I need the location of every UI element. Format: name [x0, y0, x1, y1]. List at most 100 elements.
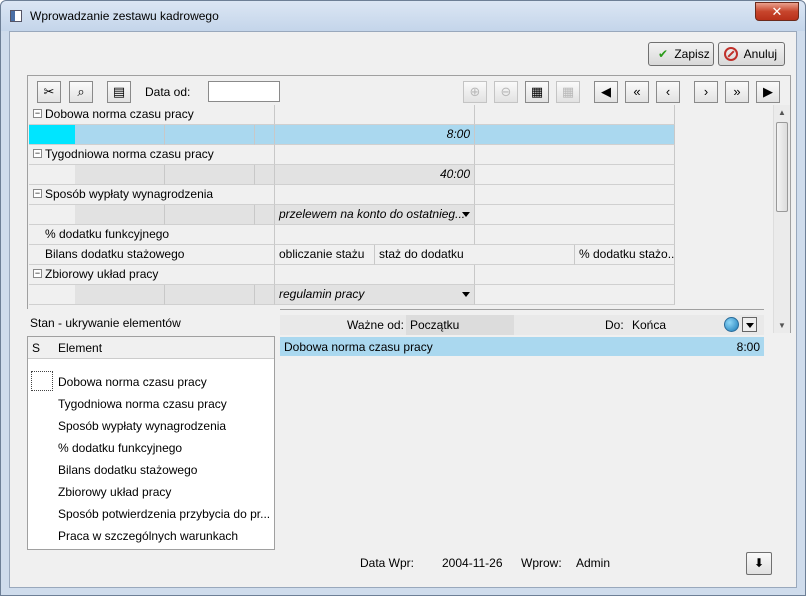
- minus-icon: ⊖: [500, 84, 512, 99]
- list-item[interactable]: Zbiorowy układ pracy: [58, 485, 171, 499]
- valid-to-field[interactable]: Końca: [628, 315, 720, 335]
- dropdown-button[interactable]: [742, 317, 757, 332]
- column-element-header[interactable]: Element: [58, 341, 102, 355]
- state-checkbox-focus[interactable]: [31, 371, 53, 391]
- plus-icon: ⊕: [469, 84, 481, 99]
- tools-button[interactable]: ✂: [37, 81, 61, 103]
- tree-connector: [29, 165, 75, 185]
- grid-cell[interactable]: [255, 205, 275, 225]
- grid-row[interactable]: − Sposób wypłaty wynagrodzenia: [29, 185, 774, 205]
- grid-row[interactable]: − Dobowa norma czasu pracy: [29, 105, 774, 125]
- payment-method-dropdown[interactable]: przelewem na konto do ostatnieg...: [275, 205, 475, 225]
- grid-row[interactable]: przelewem na konto do ostatnieg...: [29, 205, 774, 225]
- collapse-icon[interactable]: −: [33, 109, 42, 119]
- grid-cell[interactable]: [255, 285, 275, 305]
- data-od-input[interactable]: [208, 81, 280, 102]
- nav-last-button[interactable]: ▶: [756, 81, 780, 103]
- row-label-text: Sposób wypłaty wynagrodzenia: [45, 187, 214, 201]
- row-selector[interactable]: [29, 125, 75, 145]
- grid-cell: [255, 145, 275, 165]
- grid-cell[interactable]: [165, 165, 255, 185]
- column-s-header[interactable]: S: [32, 341, 40, 355]
- grid-cell[interactable]: [165, 285, 255, 305]
- grid-subheader-cell[interactable]: % dodatku stażo...: [575, 245, 675, 265]
- search-icon: ⌕: [77, 84, 85, 99]
- grid-cell[interactable]: [75, 165, 165, 185]
- grid-row[interactable]: 40:00: [29, 165, 774, 185]
- nav-next-page-button[interactable]: »: [725, 81, 749, 103]
- grid-cell[interactable]: [75, 205, 165, 225]
- window-title: Wprowadzanie zestawu kadrowego: [30, 9, 219, 23]
- grid-cell[interactable]: [255, 125, 275, 145]
- grid-cell[interactable]: [255, 165, 275, 185]
- add-button[interactable]: ⊕: [463, 81, 487, 103]
- save-button[interactable]: ✔ Zapisz: [648, 42, 714, 66]
- nav-prev-button[interactable]: ‹: [656, 81, 680, 103]
- nav-next-button[interactable]: ›: [694, 81, 718, 103]
- grid-cell[interactable]: [165, 125, 255, 145]
- data-wpr-label: Data Wpr:: [360, 556, 415, 570]
- title-bar[interactable]: Wprowadzanie zestawu kadrowego ✕: [1, 1, 805, 31]
- collapse-icon[interactable]: −: [33, 189, 42, 199]
- grid-cell[interactable]: [75, 285, 165, 305]
- elements-grid: −Dobowa norma czasu pracy 8:00 −Tygodn: [29, 105, 774, 333]
- grid-row[interactable]: regulamin pracy: [29, 285, 774, 305]
- grid-cell: [475, 105, 675, 125]
- grid-cell[interactable]: [475, 205, 675, 225]
- grid-value-cell[interactable]: 40:00: [275, 165, 475, 185]
- list-item[interactable]: Tygodniowa norma czasu pracy: [58, 397, 227, 411]
- grid-subheader-cell[interactable]: staż do dodatku: [375, 245, 575, 265]
- grid-row[interactable]: − Zbiorowy układ pracy: [29, 265, 774, 285]
- chevron-right-icon: ›: [703, 84, 709, 99]
- grid-cell[interactable]: [475, 165, 675, 185]
- nav-first-button[interactable]: ◀: [594, 81, 618, 103]
- tree-connector: [29, 285, 75, 305]
- delete-record-button[interactable]: ▦: [556, 81, 580, 103]
- grid-row[interactable]: % dodatku funkcyjnego: [29, 225, 774, 245]
- wprow-label: Wprow:: [521, 556, 562, 570]
- grid-cell[interactable]: [165, 205, 255, 225]
- grid-subheader-cell[interactable]: obliczanie stażu: [275, 245, 375, 265]
- list-item[interactable]: Sposób wypłaty wynagrodzenia: [58, 419, 226, 433]
- nav-prev-page-button[interactable]: «: [625, 81, 649, 103]
- grid-cell[interactable]: [475, 125, 675, 145]
- list-item[interactable]: % dodatku funkcyjnego: [58, 441, 182, 455]
- globe-icon[interactable]: [724, 317, 739, 332]
- grid-value-cell[interactable]: 8:00: [275, 125, 475, 145]
- dropdown-arrow-icon[interactable]: [462, 292, 470, 297]
- cancel-button[interactable]: Anuluj: [718, 42, 785, 66]
- remove-button[interactable]: ⊖: [494, 81, 518, 103]
- list-item[interactable]: Dobowa norma czasu pracy: [58, 375, 207, 389]
- list-item[interactable]: Sposób potwierdzenia przybycia do pr...: [58, 507, 270, 521]
- grid-row[interactable]: Bilans dodatku stażowego obliczanie staż…: [29, 245, 774, 265]
- grid-cell[interactable]: [475, 285, 675, 305]
- main-window: Wprowadzanie zestawu kadrowego ✕ ✔ Zapis…: [0, 0, 806, 596]
- grid-cell: [255, 265, 275, 285]
- window-client-area: ✔ Zapisz Anuluj ✂ ⌕ ▤ Data od: ⊕ ⊖ ▦ ▦ ◀…: [9, 31, 797, 588]
- collapse-icon[interactable]: −: [33, 149, 42, 159]
- collapse-icon[interactable]: −: [33, 269, 42, 279]
- elements-list[interactable]: S Element Dobowa norma czasu pracy Tygod…: [27, 336, 275, 550]
- labor-agreement-dropdown[interactable]: regulamin pracy: [275, 285, 475, 305]
- list-item[interactable]: Praca w szczególnych warunkach: [58, 529, 238, 543]
- search-button[interactable]: ⌕: [69, 81, 93, 103]
- list-item[interactable]: Bilans dodatku stażowego: [58, 463, 197, 477]
- add-record-button[interactable]: ▦: [525, 81, 549, 103]
- grid-vertical-scrollbar[interactable]: ▲ ▼: [773, 105, 790, 333]
- scroll-up-icon[interactable]: ▲: [778, 108, 786, 117]
- calendar-button[interactable]: ▤: [107, 81, 131, 103]
- grid-row[interactable]: 8:00: [29, 125, 774, 145]
- validity-row[interactable]: Dobowa norma czasu pracy 8:00: [280, 337, 764, 356]
- scrollbar-thumb[interactable]: [776, 122, 788, 212]
- grid-cell: [275, 225, 475, 245]
- down-arrow-button[interactable]: ⬇: [746, 552, 772, 575]
- grid-cell: [275, 265, 475, 285]
- valid-from-field[interactable]: Początku: [406, 315, 514, 335]
- grid-cell[interactable]: [75, 125, 165, 145]
- dropdown-arrow-icon[interactable]: [462, 212, 470, 217]
- wprow-value: Admin: [576, 556, 611, 570]
- grid-row[interactable]: − Tygodniowa norma czasu pracy: [29, 145, 774, 165]
- double-chevron-left-icon: «: [633, 84, 641, 99]
- close-button[interactable]: ✕: [755, 2, 799, 21]
- delete-record-icon: ▦: [561, 84, 575, 99]
